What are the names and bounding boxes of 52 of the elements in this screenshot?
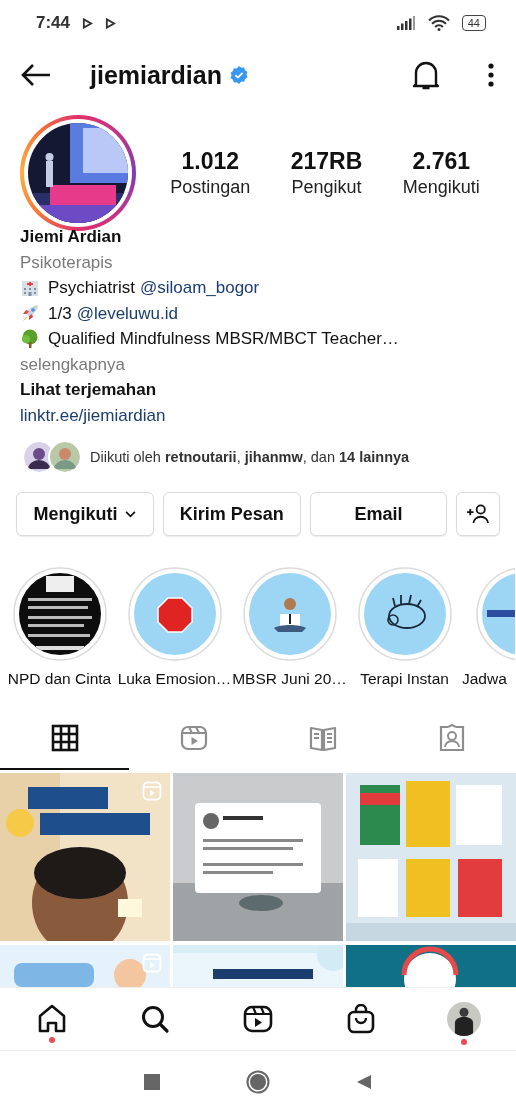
search-icon[interactable] (139, 1004, 170, 1034)
mention-link[interactable]: @siloam_bogor (139, 275, 260, 301)
wifi-icon (427, 15, 450, 31)
highlight-label[interactable]: Jadwa (462, 670, 507, 688)
reels-icon (179, 724, 208, 752)
tagged-person-icon (437, 724, 466, 752)
play-icon (105, 17, 117, 29)
battery-indicator: 44 (461, 15, 486, 31)
rocket-icon (20, 303, 40, 324)
bio-text: Psychiatrist (48, 277, 135, 299)
stat-count[interactable]: 2.761 (412, 148, 470, 175)
add-person-button[interactable] (456, 492, 500, 536)
mention-link[interactable]: @leveluwu.id (76, 300, 178, 326)
stat-label[interactable]: Pengikut (291, 177, 362, 198)
action-button[interactable]: Kirim Pesan (162, 492, 301, 536)
username: jiemiardian (90, 60, 222, 90)
stat-label[interactable]: Postingan (170, 177, 251, 198)
stat-label[interactable]: Mengikuti (402, 177, 480, 198)
open-book-icon (308, 724, 337, 752)
signal-icon (395, 16, 416, 30)
profile-category: Psikoterapis (20, 251, 114, 274)
profile-avatar-icon[interactable] (447, 1002, 482, 1036)
following-button[interactable]: Mengikuti (16, 492, 154, 536)
shopping-bag-icon[interactable] (346, 1004, 377, 1034)
highlight-label[interactable]: MBSR Juni 20… (232, 670, 347, 688)
website-link[interactable]: linktr.ee/jiemiardian (20, 402, 496, 428)
bio-text: 1/3 (48, 302, 72, 325)
followed-by-text[interactable]: Diikuti oleh retnoutarii, jihanmw, dan 14 lainnya (90, 449, 410, 465)
back-arrow-icon[interactable] (20, 63, 52, 87)
translate-link[interactable]: Lihat terjemahan (20, 377, 496, 403)
highlight-label[interactable]: Terapi Instan (360, 670, 449, 688)
highlight-label[interactable]: NPD dan Cinta (7, 670, 112, 688)
stat-count[interactable]: 217RB (290, 148, 363, 175)
more-link[interactable]: selengkapnya (20, 351, 496, 377)
more-options-icon[interactable] (488, 63, 494, 87)
add-person-icon (466, 504, 491, 524)
verified-badge-icon (230, 66, 248, 84)
tree-icon (20, 328, 40, 349)
bio-text: Qualified Mindfulness MBSR/MBCT Teacher… (48, 328, 399, 350)
notification-bell-icon[interactable] (412, 59, 440, 91)
action-button[interactable]: Email (309, 492, 448, 536)
chevron-down-icon (125, 510, 137, 518)
profile-name: Jiemi Ardian (20, 226, 123, 248)
home-icon[interactable] (36, 1004, 67, 1034)
status-time: 7:44 (36, 13, 71, 33)
home-button-icon[interactable] (246, 1070, 270, 1094)
play-icon (82, 17, 94, 29)
stat-count[interactable]: 1.012 (181, 148, 239, 175)
highlight-label[interactable]: Luka Emosion… (117, 670, 232, 688)
reels-icon[interactable] (242, 1004, 273, 1034)
grid-icon (50, 724, 79, 752)
back-icon[interactable] (356, 1074, 372, 1090)
